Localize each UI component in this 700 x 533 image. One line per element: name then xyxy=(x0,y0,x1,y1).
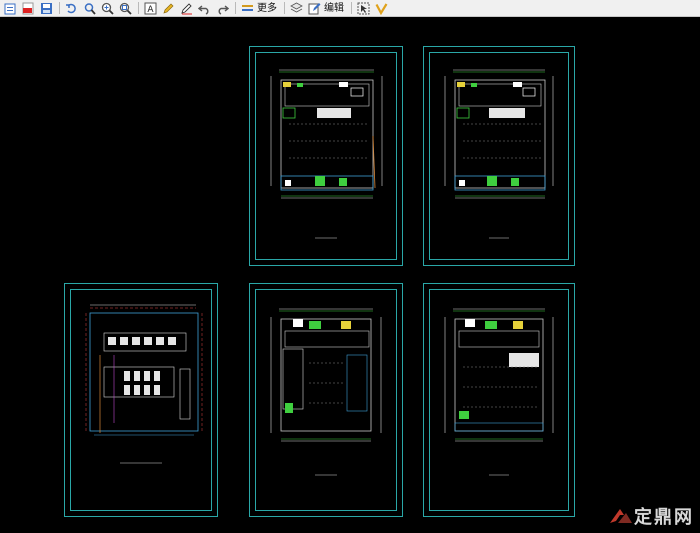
drawing-sheet[interactable] xyxy=(423,46,575,266)
layers-icon[interactable] xyxy=(288,1,305,16)
rotate-icon[interactable] xyxy=(63,1,80,16)
toolbar: A 更多 编辑 xyxy=(0,0,700,17)
drawing-canvas[interactable]: 定鼎网 xyxy=(0,17,700,533)
select-icon[interactable] xyxy=(355,1,372,16)
undo-icon[interactable] xyxy=(196,1,213,16)
drawing-sheet[interactable] xyxy=(64,283,218,517)
watermark-text: 定鼎网 xyxy=(634,507,694,528)
edit-button[interactable]: 编辑 xyxy=(324,1,344,16)
edit-icon[interactable] xyxy=(306,1,323,16)
watermark: 定鼎网 xyxy=(608,503,694,529)
toolbar-separator xyxy=(284,2,285,14)
pdf-export-icon[interactable] xyxy=(20,1,37,16)
toolbar-separator xyxy=(59,2,60,14)
toolbar-separator xyxy=(351,2,352,14)
open-file-icon[interactable] xyxy=(2,1,19,16)
drawing-sheet[interactable] xyxy=(423,283,575,517)
redo-icon[interactable] xyxy=(214,1,231,16)
pencil-icon[interactable] xyxy=(160,1,177,16)
text-icon[interactable]: A xyxy=(142,1,159,16)
drawing-sheet[interactable] xyxy=(249,283,403,517)
zoom-in-icon[interactable] xyxy=(99,1,116,16)
markup-icon[interactable] xyxy=(178,1,195,16)
svg-text:A: A xyxy=(147,5,154,15)
zoom-window-icon[interactable] xyxy=(117,1,134,16)
drawing-sheet[interactable] xyxy=(249,46,403,266)
zoom-extents-icon[interactable] xyxy=(81,1,98,16)
toolbar-separator xyxy=(235,2,236,14)
check-icon[interactable] xyxy=(373,1,390,16)
watermark-logo-icon xyxy=(610,509,632,523)
layers-bar-icon[interactable] xyxy=(239,1,256,16)
more-button[interactable]: 更多 xyxy=(257,1,277,16)
toolbar-separator xyxy=(138,2,139,14)
save-icon[interactable] xyxy=(38,1,55,16)
